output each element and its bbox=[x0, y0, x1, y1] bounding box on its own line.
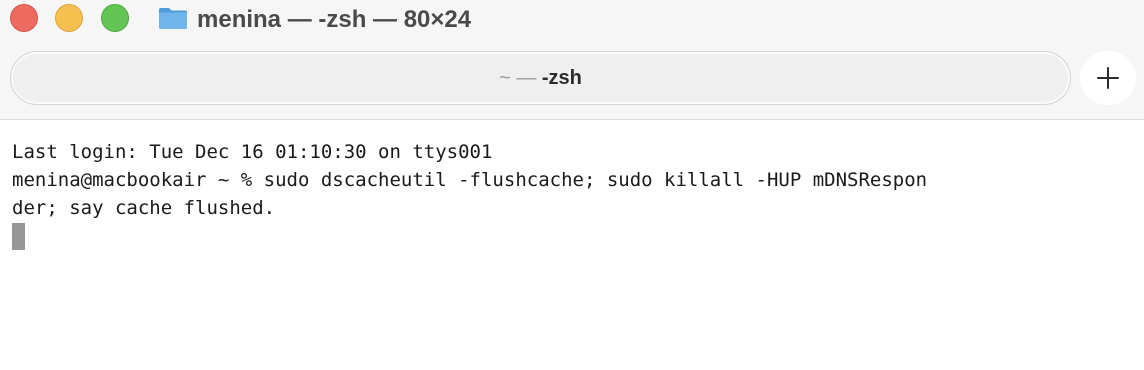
plus-icon bbox=[1097, 67, 1119, 89]
text-cursor bbox=[12, 223, 25, 250]
terminal-output[interactable]: Last login: Tue Dec 16 01:10:30 on ttys0… bbox=[12, 138, 1137, 250]
folder-icon bbox=[159, 8, 187, 29]
tab-path: ~ — bbox=[499, 66, 542, 89]
new-tab-button[interactable] bbox=[1080, 51, 1136, 105]
terminal-line: menina@macbookair ~ % sudo dscacheutil -… bbox=[12, 169, 928, 191]
tab-zsh[interactable]: ~ — -zsh bbox=[10, 51, 1071, 105]
cursor-line bbox=[12, 222, 1137, 250]
close-button[interactable] bbox=[10, 4, 38, 32]
terminal-line: Last login: Tue Dec 16 01:10:30 on ttys0… bbox=[12, 141, 493, 163]
zoom-button[interactable] bbox=[101, 4, 129, 32]
tab-process: -zsh bbox=[541, 66, 582, 89]
minimize-button[interactable] bbox=[55, 4, 83, 32]
window-title: menina — -zsh — 80×24 bbox=[197, 6, 472, 33]
title-bar: menina — -zsh — 80×24 ~ — -zsh bbox=[0, 0, 1144, 120]
terminal-line: der; say cache flushed. bbox=[12, 197, 276, 219]
tab-label: ~ — -zsh bbox=[499, 67, 582, 90]
